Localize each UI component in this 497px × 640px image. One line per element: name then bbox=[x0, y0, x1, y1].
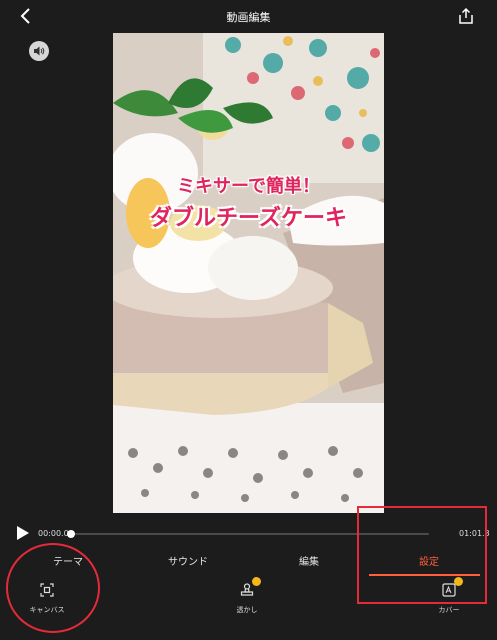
watermark-tool-label: 透かし bbox=[236, 606, 258, 614]
top-bar: 動画編集 bbox=[0, 0, 497, 32]
caption-line-2: ダブルチーズケーキ bbox=[150, 206, 347, 231]
share-icon[interactable] bbox=[457, 7, 475, 25]
cheesecake-image bbox=[113, 33, 384, 513]
current-time: 00:00.0 bbox=[38, 529, 69, 538]
watermark-icon bbox=[239, 577, 261, 598]
cover-tool-label: カバー bbox=[438, 606, 460, 614]
tab-sound[interactable]: サウンド bbox=[148, 553, 228, 568]
tab-edit[interactable]: 編集 bbox=[269, 553, 349, 568]
watermark-tool-button[interactable]: 透かし bbox=[212, 577, 282, 615]
annotation-circle bbox=[6, 543, 100, 633]
video-preview[interactable]: ミキサーで簡単！ ダブルチーズケーキ bbox=[113, 33, 384, 513]
caption-line-1: ミキサーで簡単！ bbox=[177, 176, 320, 197]
sound-toggle-button[interactable] bbox=[29, 41, 49, 61]
premium-crown-icon bbox=[252, 577, 261, 586]
page-title: 動画編集 bbox=[226, 11, 271, 24]
play-icon[interactable] bbox=[16, 525, 30, 541]
timeline-scrubber[interactable] bbox=[67, 530, 75, 538]
annotation-rectangle bbox=[357, 506, 487, 604]
speaker-icon bbox=[34, 46, 45, 56]
